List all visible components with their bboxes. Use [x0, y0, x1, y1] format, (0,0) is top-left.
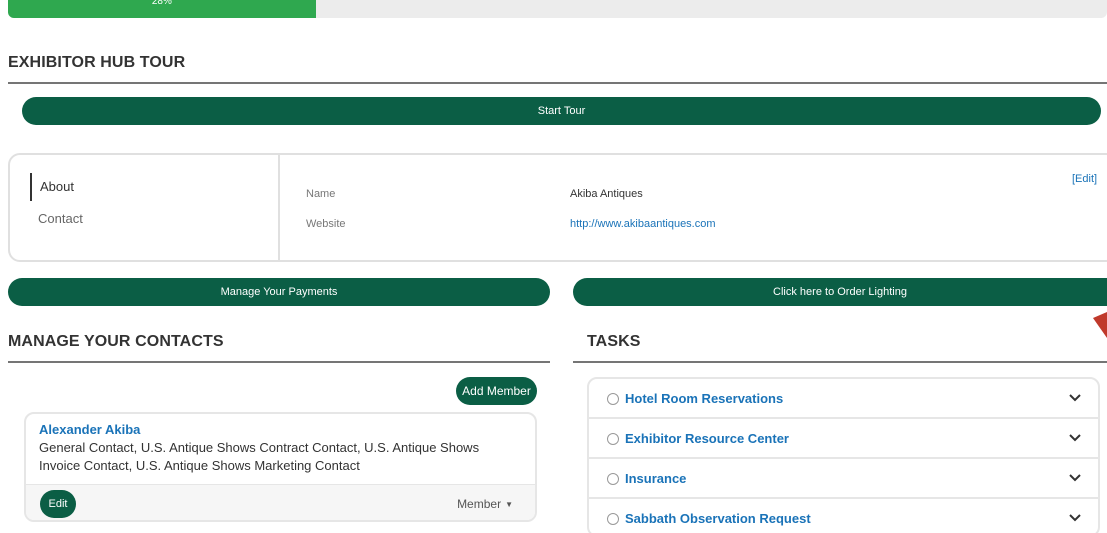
edit-profile-link[interactable]: [Edit]: [1072, 173, 1097, 185]
website-link[interactable]: http://www.akibaantiques.com: [570, 218, 716, 230]
member-role-value: Member: [457, 497, 502, 511]
start-tour-button[interactable]: Start Tour: [22, 97, 1101, 125]
contact-footer: Edit Member ▼: [26, 484, 535, 520]
caret-down-icon: ▼: [505, 500, 513, 509]
tasks-title: TASKS: [587, 333, 641, 350]
tasks-list: Hotel Room Reservations Exhibitor Resour…: [587, 377, 1100, 533]
radio-circle-icon: [607, 433, 619, 445]
member-role-dropdown[interactable]: Member ▼: [457, 497, 513, 511]
tab-about[interactable]: About: [30, 173, 74, 201]
contact-name[interactable]: Alexander Akiba: [39, 422, 140, 437]
website-label: Website: [306, 218, 346, 230]
chevron-down-icon[interactable]: [1068, 431, 1082, 445]
contact-card: Alexander Akiba General Contact, U.S. An…: [24, 412, 537, 522]
task-label: Insurance: [625, 471, 687, 486]
contacts-title: MANAGE YOUR CONTACTS: [8, 333, 224, 350]
tour-divider: [8, 82, 1107, 84]
chevron-down-icon[interactable]: [1068, 511, 1082, 525]
task-item[interactable]: Sabbath Observation Request: [589, 499, 1098, 533]
progress-label: 28%: [151, 0, 172, 7]
task-label: Exhibitor Resource Center: [625, 431, 789, 446]
name-label: Name: [306, 188, 336, 200]
progress-bar: 28%: [8, 0, 1107, 18]
task-item[interactable]: Exhibitor Resource Center: [589, 419, 1098, 459]
task-item[interactable]: Insurance: [589, 459, 1098, 499]
manage-payments-button[interactable]: Manage Your Payments: [8, 278, 550, 306]
progress-fill: 28%: [8, 0, 316, 18]
contact-roles: General Contact, U.S. Antique Shows Cont…: [39, 440, 480, 473]
chevron-down-icon[interactable]: [1068, 471, 1082, 485]
tour-title: EXHIBITOR HUB TOUR: [8, 54, 186, 71]
task-label: Hotel Room Reservations: [625, 391, 784, 406]
edit-contact-button[interactable]: Edit: [40, 490, 76, 518]
add-member-button[interactable]: Add Member: [456, 377, 537, 405]
tab-contact[interactable]: Contact: [30, 205, 83, 233]
chevron-down-icon[interactable]: [1068, 391, 1082, 405]
profile-card: About Contact Name Akiba Antiques Websit…: [8, 153, 1107, 262]
radio-circle-icon: [607, 513, 619, 525]
radio-circle-icon: [607, 393, 619, 405]
pointer-arrow-icon: [1093, 312, 1107, 338]
tasks-divider: [573, 361, 1107, 363]
radio-circle-icon: [607, 473, 619, 485]
profile-divider: [278, 155, 280, 260]
task-item[interactable]: Hotel Room Reservations: [589, 379, 1098, 419]
task-label: Sabbath Observation Request: [625, 511, 811, 526]
order-lighting-button[interactable]: Click here to Order Lighting: [573, 278, 1107, 306]
contacts-divider: [8, 361, 550, 363]
name-value: Akiba Antiques: [570, 188, 643, 200]
